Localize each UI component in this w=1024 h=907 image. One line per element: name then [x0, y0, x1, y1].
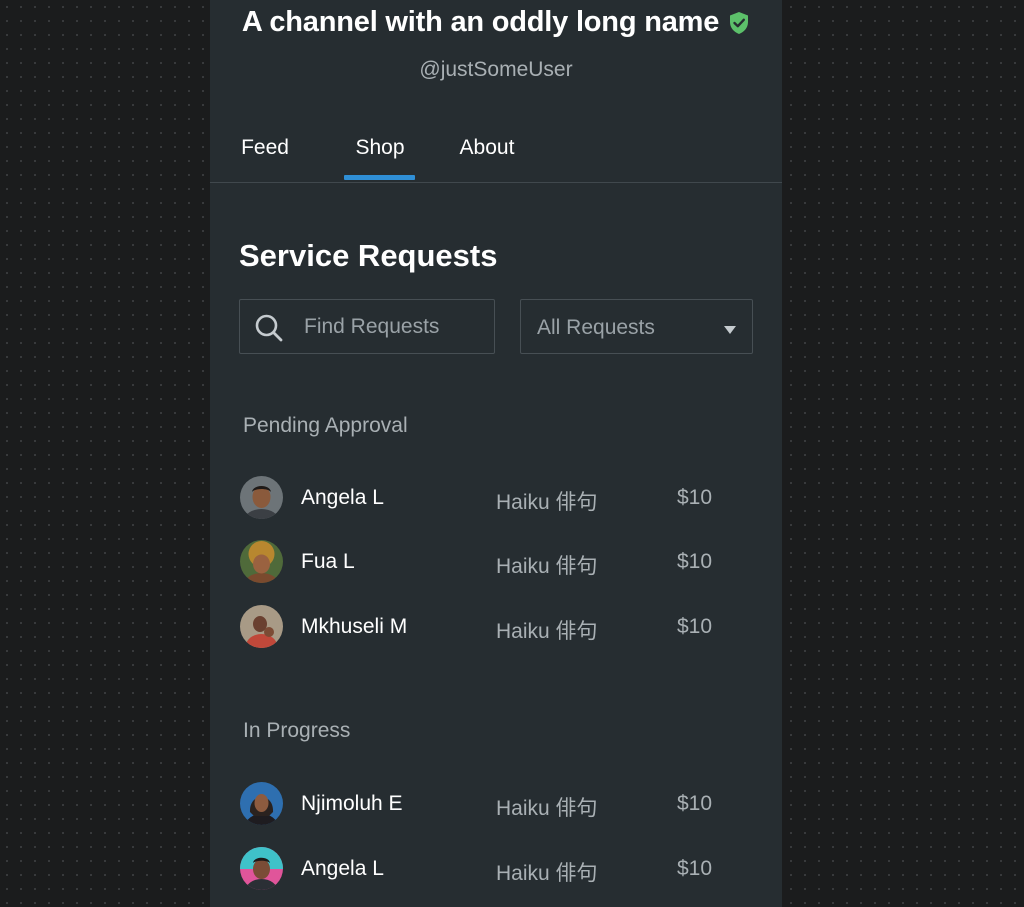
service-name: Haiku 俳句 [496, 797, 598, 820]
avatar [240, 540, 283, 583]
tab-feed[interactable]: Feed [240, 136, 290, 160]
request-price: $10 [677, 615, 713, 638]
request-row[interactable]: Angela L Haiku 俳句 $10 [239, 845, 754, 893]
tab-about[interactable]: About [455, 136, 519, 160]
tab-shop[interactable]: Shop [344, 136, 416, 160]
avatar [240, 782, 283, 825]
request-row[interactable]: Njimoluh E Haiku 俳句 $10 [239, 780, 754, 828]
request-row[interactable]: Fua L Haiku 俳句 $10 [239, 538, 754, 586]
requester-name: Njimoluh E [301, 792, 403, 815]
channel-tabs: Feed Shop About [210, 126, 782, 182]
request-filter-select[interactable]: All Requests [520, 299, 753, 354]
service-name: Haiku 俳句 [496, 491, 598, 514]
header-divider [210, 182, 782, 183]
avatar [240, 476, 283, 519]
channel-title-row: A channel with an oddly long name [210, 6, 782, 39]
service-name: Haiku 俳句 [496, 862, 598, 885]
avatar [240, 847, 283, 890]
group-label-in-progress: In Progress [243, 719, 351, 742]
avatar [240, 605, 283, 648]
requester-name: Fua L [301, 550, 355, 573]
requester-name: Mkhuseli M [301, 615, 408, 638]
channel-title: A channel with an oddly long name [241, 6, 720, 38]
verified-shield-icon [728, 11, 750, 35]
request-price: $10 [677, 550, 713, 573]
search-input[interactable] [304, 300, 484, 353]
request-price: $10 [677, 857, 713, 880]
requester-name: Angela L [301, 857, 384, 880]
request-price: $10 [677, 486, 713, 509]
chevron-down-icon [724, 326, 736, 334]
search-icon [255, 314, 283, 342]
request-row[interactable]: Angela L Haiku 俳句 $10 [239, 474, 754, 522]
channel-handle: @justSomeUser [419, 58, 573, 81]
requester-name: Angela L [301, 486, 384, 509]
service-name: Haiku 俳句 [496, 555, 598, 578]
channel-panel: A channel with an oddly long name @justS… [210, 0, 782, 907]
request-row[interactable]: Mkhuseli M Haiku 俳句 $10 [239, 603, 754, 651]
group-label-pending-approval: Pending Approval [243, 414, 408, 437]
active-tab-indicator [344, 175, 415, 180]
search-box[interactable] [239, 299, 495, 354]
channel-header: A channel with an oddly long name @justS… [210, 0, 782, 182]
service-name: Haiku 俳句 [496, 620, 598, 643]
request-price: $10 [677, 792, 713, 815]
filter-selected-value: All Requests [537, 316, 655, 339]
section-title: Service Requests [239, 238, 498, 273]
